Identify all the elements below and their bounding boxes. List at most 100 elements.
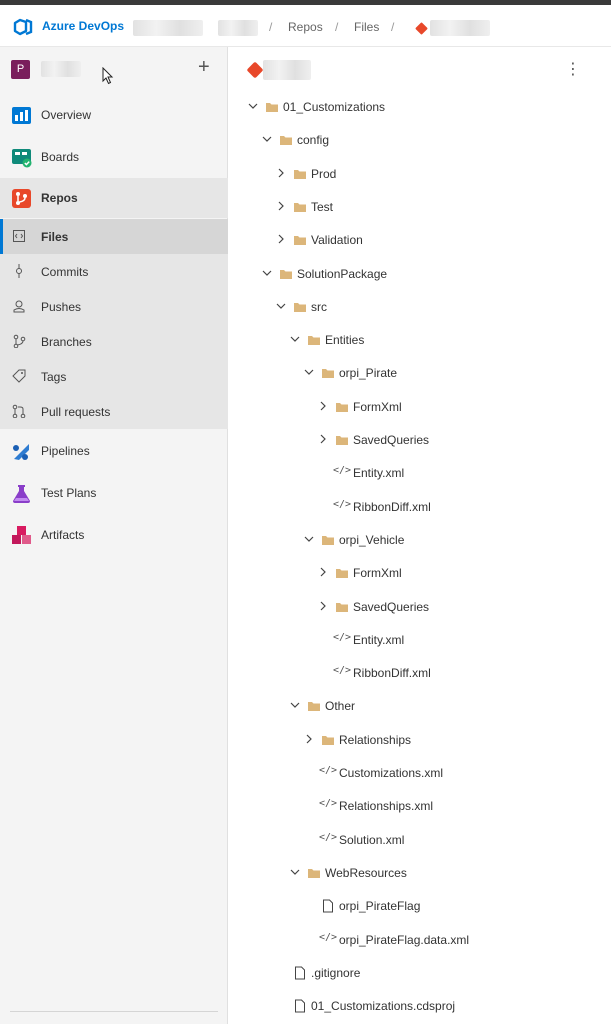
code-file-icon: </> [333, 631, 352, 643]
tree-folder-row[interactable]: SolutionPackage [229, 262, 611, 286]
azure-devops-logo-icon[interactable] [13, 17, 33, 37]
chevron-right-icon[interactable] [275, 233, 287, 245]
chevron-right-icon[interactable] [317, 433, 329, 445]
tree-folder-row[interactable]: config [229, 128, 611, 152]
organization-name-redacted[interactable] [133, 20, 203, 36]
tree-folder-row[interactable]: orpi_Pirate [229, 361, 611, 385]
chevron-down-icon[interactable] [261, 133, 273, 145]
tree-file-row[interactable]: </> Entity.xml [229, 461, 611, 485]
tree-file-row[interactable]: </> RibbonDiff.xml [229, 495, 611, 519]
sidebar-item-test-plans[interactable]: Test Plans [0, 473, 228, 513]
sidebar-item-pushes[interactable]: Pushes [0, 289, 228, 324]
sidebar-item-commits[interactable]: Commits [0, 254, 228, 289]
git-repo-icon [246, 61, 264, 79]
sidebar-item-pull-requests[interactable]: Pull requests [0, 394, 228, 429]
tree-folder-row[interactable]: src [229, 295, 611, 319]
tree-folder-row[interactable]: WebResources [229, 861, 611, 885]
folder-icon [308, 868, 320, 878]
tree-item-name: SolutionPackage [297, 266, 388, 281]
project-name-redacted[interactable] [218, 20, 258, 36]
tree-folder-row[interactable]: Validation [229, 228, 611, 252]
chevron-right-icon[interactable] [275, 200, 287, 212]
tree-item-name: Entity.xml [353, 466, 405, 481]
tree-file-row[interactable]: </> orpi_PirateFlag.data.xml [229, 928, 611, 952]
project-switcher[interactable]: P + [0, 47, 228, 91]
sidebar-item-repos[interactable]: Repos [0, 178, 228, 218]
chevron-right-icon[interactable] [303, 733, 315, 745]
repo-title-redacted[interactable] [263, 60, 311, 80]
tree-folder-row[interactable]: SavedQueries [229, 428, 611, 452]
tree-file-row[interactable]: .gitignore [229, 961, 611, 985]
chevron-right-icon[interactable] [317, 566, 329, 578]
chevron-right-icon[interactable] [275, 167, 287, 179]
tree-folder-row[interactable]: FormXml [229, 561, 611, 585]
sidebar-item-label: Tags [41, 370, 67, 384]
tree-file-row[interactable]: orpi_PirateFlag [229, 894, 611, 918]
repo-name-redacted[interactable] [430, 20, 490, 36]
tree-folder-row[interactable]: Entities [229, 328, 611, 352]
sidebar-item-tags[interactable]: Tags [0, 359, 228, 394]
sidebar-item-files[interactable]: Files [0, 219, 228, 254]
folder-icon [322, 735, 334, 745]
tree-folder-row[interactable]: Other [229, 694, 611, 718]
chevron-right-icon[interactable] [317, 400, 329, 412]
sidebar-item-branches[interactable]: Branches [0, 324, 228, 359]
tree-item-name: orpi_Pirate [339, 366, 398, 381]
tree-file-row[interactable]: </> Relationships.xml [229, 794, 611, 818]
tree-item-name: 01_Customizations [283, 100, 386, 114]
sidebar-item-boards[interactable]: Boards [0, 137, 228, 177]
sidebar-item-label: Overview [41, 108, 92, 122]
chevron-down-icon[interactable] [289, 866, 301, 878]
chevron-down-icon[interactable] [289, 699, 301, 711]
sidebar-item-overview[interactable]: Overview [0, 95, 228, 135]
tree-folder-row[interactable]: 01_Customizations [229, 95, 611, 119]
chevron-down-icon[interactable] [289, 333, 301, 345]
tree-folder-row[interactable]: Prod [229, 162, 611, 186]
sidebar-item-label: Pull requests [41, 405, 111, 419]
folder-icon [266, 103, 278, 112]
breadcrumb-separator: / [335, 20, 339, 34]
tree-item-name: FormXml [353, 566, 402, 581]
chevron-down-icon[interactable] [247, 100, 259, 112]
tags-icon [12, 369, 26, 383]
chevron-down-icon[interactable] [303, 366, 315, 378]
tree-file-row[interactable]: </> Entity.xml [229, 628, 611, 652]
chevron-down-icon[interactable] [275, 300, 287, 312]
tree-file-row[interactable]: </> RibbonDiff.xml [229, 661, 611, 685]
project-avatar: P [11, 60, 30, 79]
code-file-icon: </> [333, 665, 352, 677]
repos-icon [12, 189, 31, 208]
file-icon [295, 966, 305, 980]
sidebar-item-label: Test Plans [41, 486, 97, 500]
repo-header: ⋮ [229, 47, 611, 95]
chevron-down-icon[interactable] [303, 533, 315, 545]
more-options-button[interactable]: ⋮ [565, 59, 581, 79]
tree-folder-row[interactable]: SavedQueries [229, 595, 611, 619]
tree-item-name: orpi_PirateFlag.data.xml [339, 932, 470, 947]
sidebar-item-label: Boards [41, 150, 80, 164]
brand-link[interactable]: Azure DevOps [42, 19, 124, 33]
overview-icon [12, 107, 31, 124]
tree-item-name: SavedQueries [353, 433, 430, 447]
pull-requests-icon [12, 404, 26, 418]
tree-file-row[interactable]: </> Solution.xml [229, 828, 611, 852]
left-navigation: P + Overview Boards Repos Files Commits … [0, 47, 228, 1024]
chevron-down-icon[interactable] [261, 267, 273, 279]
breadcrumb-repos[interactable]: Repos [288, 20, 323, 34]
code-file-icon: </> [319, 931, 338, 943]
sidebar-item-pipelines[interactable]: Pipelines [0, 431, 228, 471]
tree-item-name: Other [325, 699, 356, 714]
new-item-button[interactable]: + [198, 56, 210, 79]
tree-file-row[interactable]: </> Customizations.xml [229, 761, 611, 785]
file-icon [295, 999, 305, 1013]
folder-icon [294, 236, 306, 246]
tree-folder-row[interactable]: orpi_Vehicle [229, 528, 611, 552]
chevron-right-icon[interactable] [317, 600, 329, 612]
sidebar-item-artifacts[interactable]: Artifacts [0, 515, 228, 555]
tree-folder-row[interactable]: Test [229, 195, 611, 219]
tree-folder-row[interactable]: Relationships [229, 728, 611, 752]
tree-file-row[interactable]: 01_Customizations.cdsproj [229, 994, 611, 1018]
folder-icon [336, 569, 348, 579]
breadcrumb-files[interactable]: Files [354, 20, 379, 34]
tree-folder-row[interactable]: FormXml [229, 395, 611, 419]
